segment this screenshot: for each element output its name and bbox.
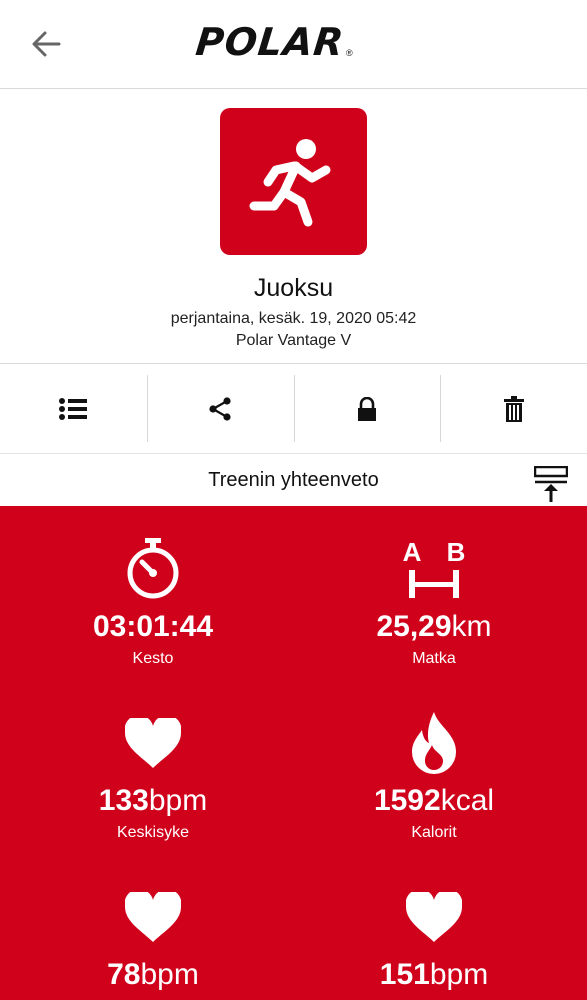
stat-max-heart-rate: 151bpm	[324, 886, 544, 998]
distance-ab-icon: A B	[403, 538, 466, 598]
activity-datetime: perjantaina, kesäk. 19, 2020 05:42	[170, 310, 417, 327]
heart-icon	[406, 892, 462, 942]
stat-value: 151	[379, 958, 430, 991]
sport-tile	[220, 108, 367, 255]
logo-text: POLAR	[193, 20, 347, 64]
share-button[interactable]	[146, 365, 294, 453]
svg-text:A: A	[403, 538, 422, 567]
action-bar	[0, 365, 587, 454]
stat-label: Keskisyke	[116, 824, 190, 841]
flame-icon	[412, 712, 456, 774]
stat-value: 03:01:44	[92, 610, 214, 643]
stat-unit: bpm	[429, 958, 489, 991]
summary-section-header: Treenin yhteenveto	[0, 455, 587, 506]
summary-title: Treenin yhteenveto	[208, 469, 379, 491]
svg-text:B: B	[447, 538, 466, 567]
stat-unit: bpm	[140, 958, 199, 991]
stopwatch-icon	[127, 538, 179, 599]
stat-duration: 03:01:44 Kesto	[43, 538, 263, 668]
stat-unit: bpm	[148, 784, 208, 817]
back-button[interactable]	[26, 26, 66, 62]
top-bar: POLAR ®	[0, 0, 587, 89]
running-person-icon	[249, 138, 330, 226]
stat-label: Kesto	[132, 650, 174, 667]
delete-button[interactable]	[440, 365, 587, 453]
list-icon	[59, 398, 88, 420]
polar-logo: POLAR ®	[193, 20, 353, 64]
training-summary-panel: 03:01:44 Kesto A B 25,29km Matka 133bpm …	[0, 506, 587, 1000]
privacy-lock-button[interactable]	[293, 365, 441, 453]
stat-value: 78	[107, 958, 141, 991]
pin-to-top-icon	[533, 465, 569, 502]
heart-icon	[125, 718, 181, 768]
stat-value: 25,29	[376, 610, 452, 643]
arrow-left-icon	[32, 31, 61, 57]
stat-distance: A B 25,29km Matka	[324, 538, 544, 668]
sport-name: Juoksu	[253, 274, 334, 302]
stat-label: Matka	[412, 650, 456, 667]
share-icon	[209, 397, 231, 421]
device-name: Polar Vantage V	[235, 332, 352, 349]
stat-avg-heart-rate: 133bpm Keskisyke	[43, 712, 263, 842]
stat-value: 133	[98, 784, 149, 817]
details-list-button[interactable]	[0, 365, 147, 453]
stat-min-heart-rate: 78bpm	[43, 886, 263, 998]
pin-to-top-button[interactable]	[533, 465, 569, 502]
stat-value: 1592	[373, 784, 441, 817]
stat-unit: kcal	[440, 784, 495, 817]
heart-icon	[125, 892, 181, 942]
activity-header: Juoksu perjantaina, kesäk. 19, 2020 05:4…	[0, 90, 587, 364]
logo-registered-mark: ®	[346, 48, 353, 58]
lock-icon	[357, 397, 376, 421]
stat-unit: km	[451, 610, 492, 643]
trash-icon	[503, 396, 524, 422]
stat-calories: 1592kcal Kalorit	[324, 712, 544, 842]
stat-label: Kalorit	[411, 824, 457, 841]
